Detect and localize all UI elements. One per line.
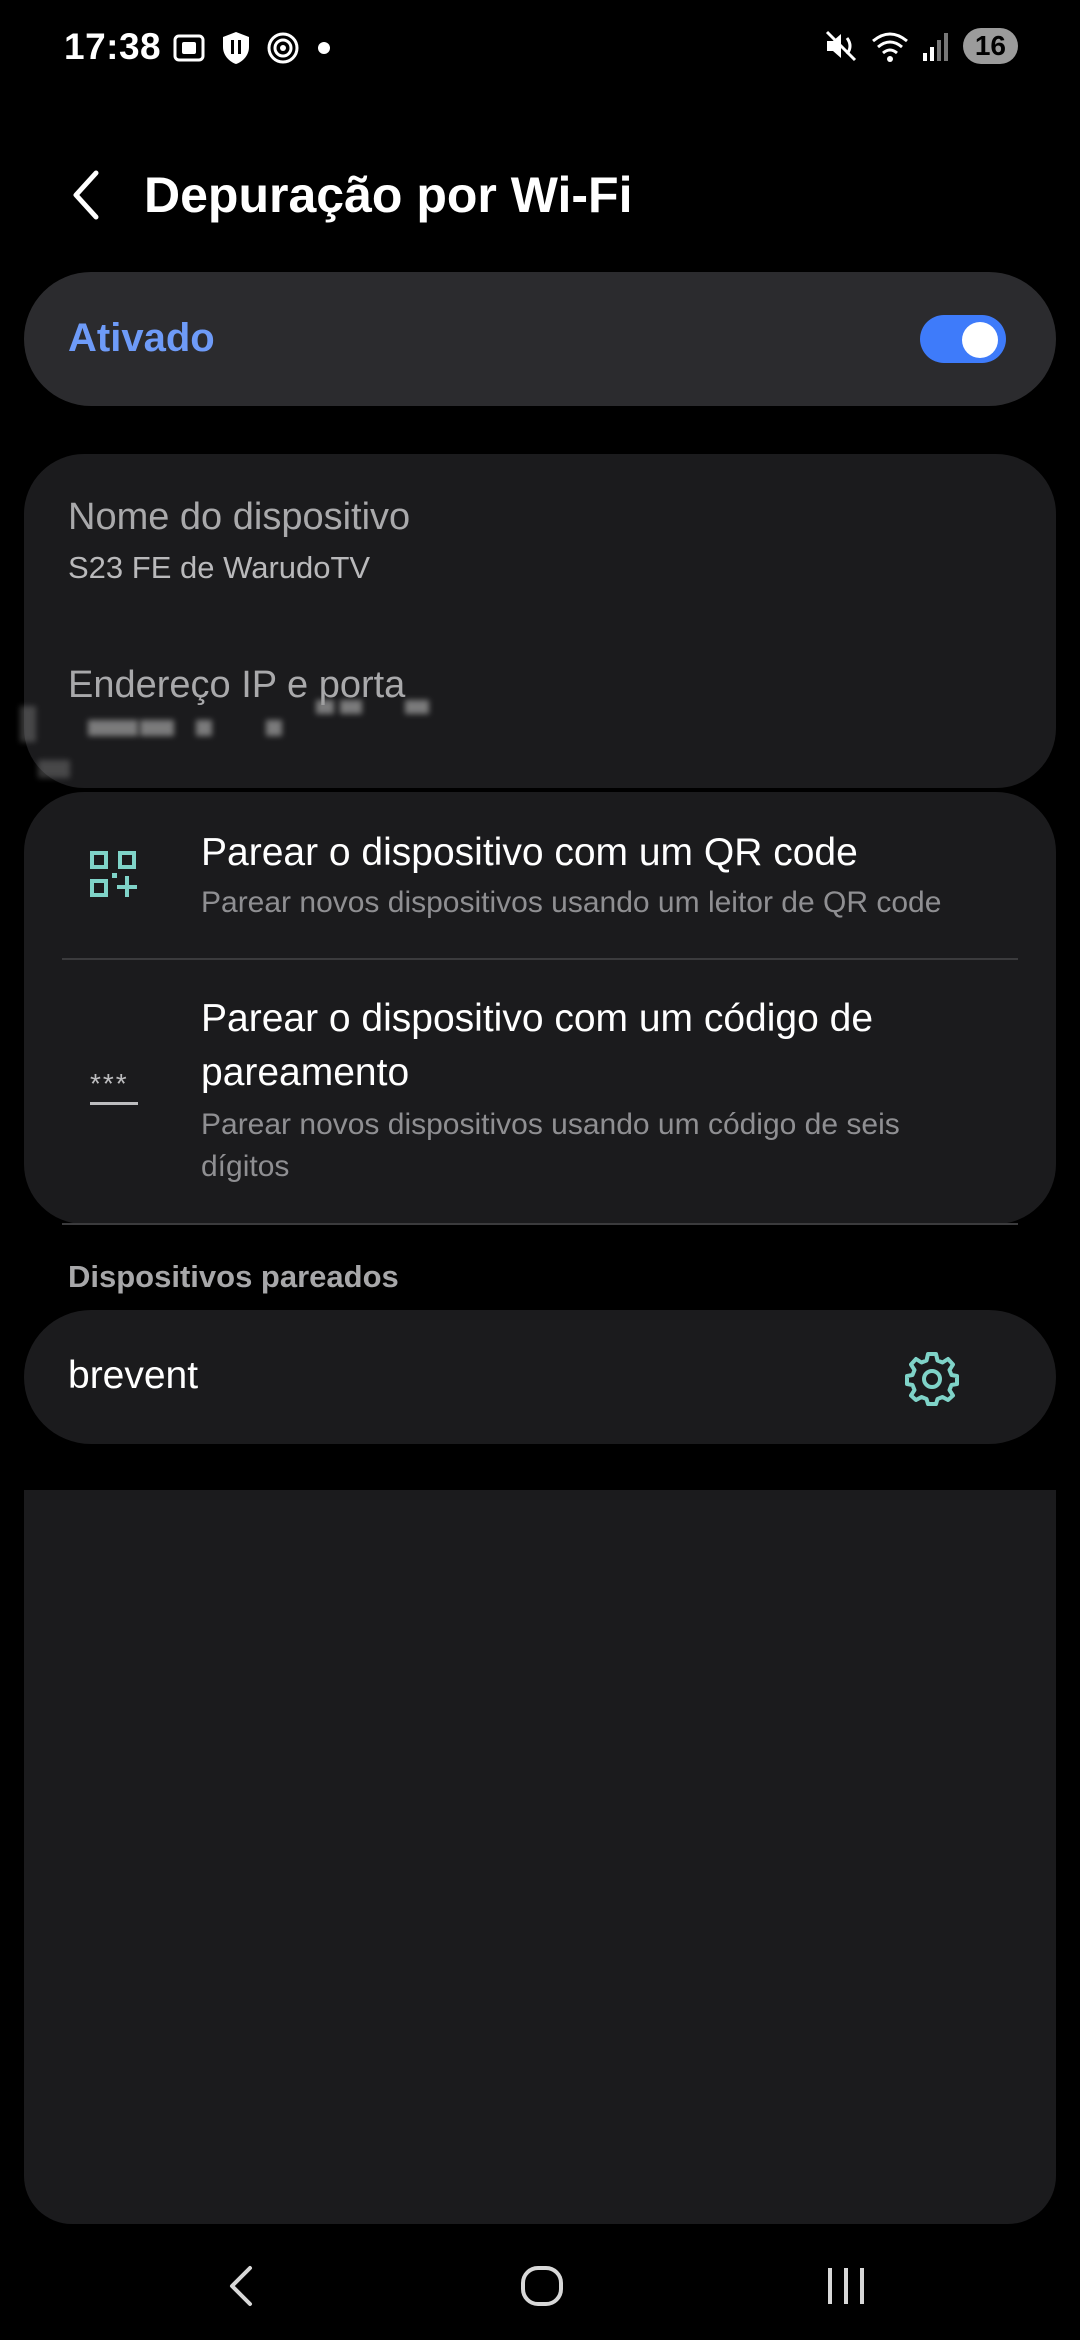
paired-device-name: brevent: [68, 1354, 199, 1397]
divider: [62, 958, 1018, 960]
nav-home-button[interactable]: [516, 2260, 568, 2312]
signal-icon: [922, 33, 948, 61]
gear-icon: [905, 1352, 959, 1406]
shield-icon: [223, 32, 249, 64]
device-name-value: S23 FE de WarudoTV: [68, 550, 371, 585]
device-name-title: Nome do dispositivo: [68, 496, 411, 538]
empty-content-area: [24, 1490, 1056, 2224]
status-icons-right: 16: [823, 28, 1018, 64]
pair-qr-subtitle: Parear novos dispositivos usando um leit…: [201, 886, 942, 919]
device-settings-button[interactable]: [904, 1350, 960, 1406]
divider: [62, 1223, 1018, 1225]
battery-badge: 16: [962, 28, 1018, 64]
pair-code-option[interactable]: *** Parear o dispositivo com um código d…: [24, 962, 1056, 1224]
back-icon: [230, 2266, 252, 2306]
toggle-switch-knob: [962, 322, 998, 358]
wifi-icon: [871, 32, 908, 62]
chevron-left-icon: [73, 170, 99, 220]
pair-code-subtitle-line1: Parear novos dispositivos usando um códi…: [201, 1108, 900, 1141]
pair-code-title-line1: Parear o dispositivo com um código de: [201, 997, 874, 1040]
status-icons-left: [172, 30, 334, 66]
paired-devices-header: Dispositivos pareados: [68, 1259, 399, 1294]
toggle-label: Ativado: [68, 316, 215, 360]
nav-recents-button[interactable]: [820, 2260, 872, 2312]
password-dots-icon: ***: [90, 1070, 140, 1112]
pair-qr-title: Parear o dispositivo com um QR code: [201, 831, 858, 874]
home-icon: [521, 2266, 563, 2306]
dot-icon: [318, 42, 330, 54]
status-time: 17:38: [64, 26, 162, 67]
back-button[interactable]: [62, 165, 110, 225]
swirl-icon: [267, 32, 299, 64]
page-title: Depuração por Wi-Fi: [144, 167, 633, 223]
pair-qr-option[interactable]: Parear o dispositivo com um QR code Pare…: [24, 800, 1056, 960]
nav-back-button[interactable]: [216, 2260, 268, 2312]
qr-code-add-icon: [90, 851, 137, 897]
pair-code-subtitle-line2: dígitos: [201, 1150, 290, 1183]
pair-code-title-line2: pareamento: [201, 1051, 410, 1094]
mute-icon: [825, 30, 856, 62]
recents-icon: [828, 2268, 864, 2304]
screenshot-icon: [173, 34, 205, 62]
